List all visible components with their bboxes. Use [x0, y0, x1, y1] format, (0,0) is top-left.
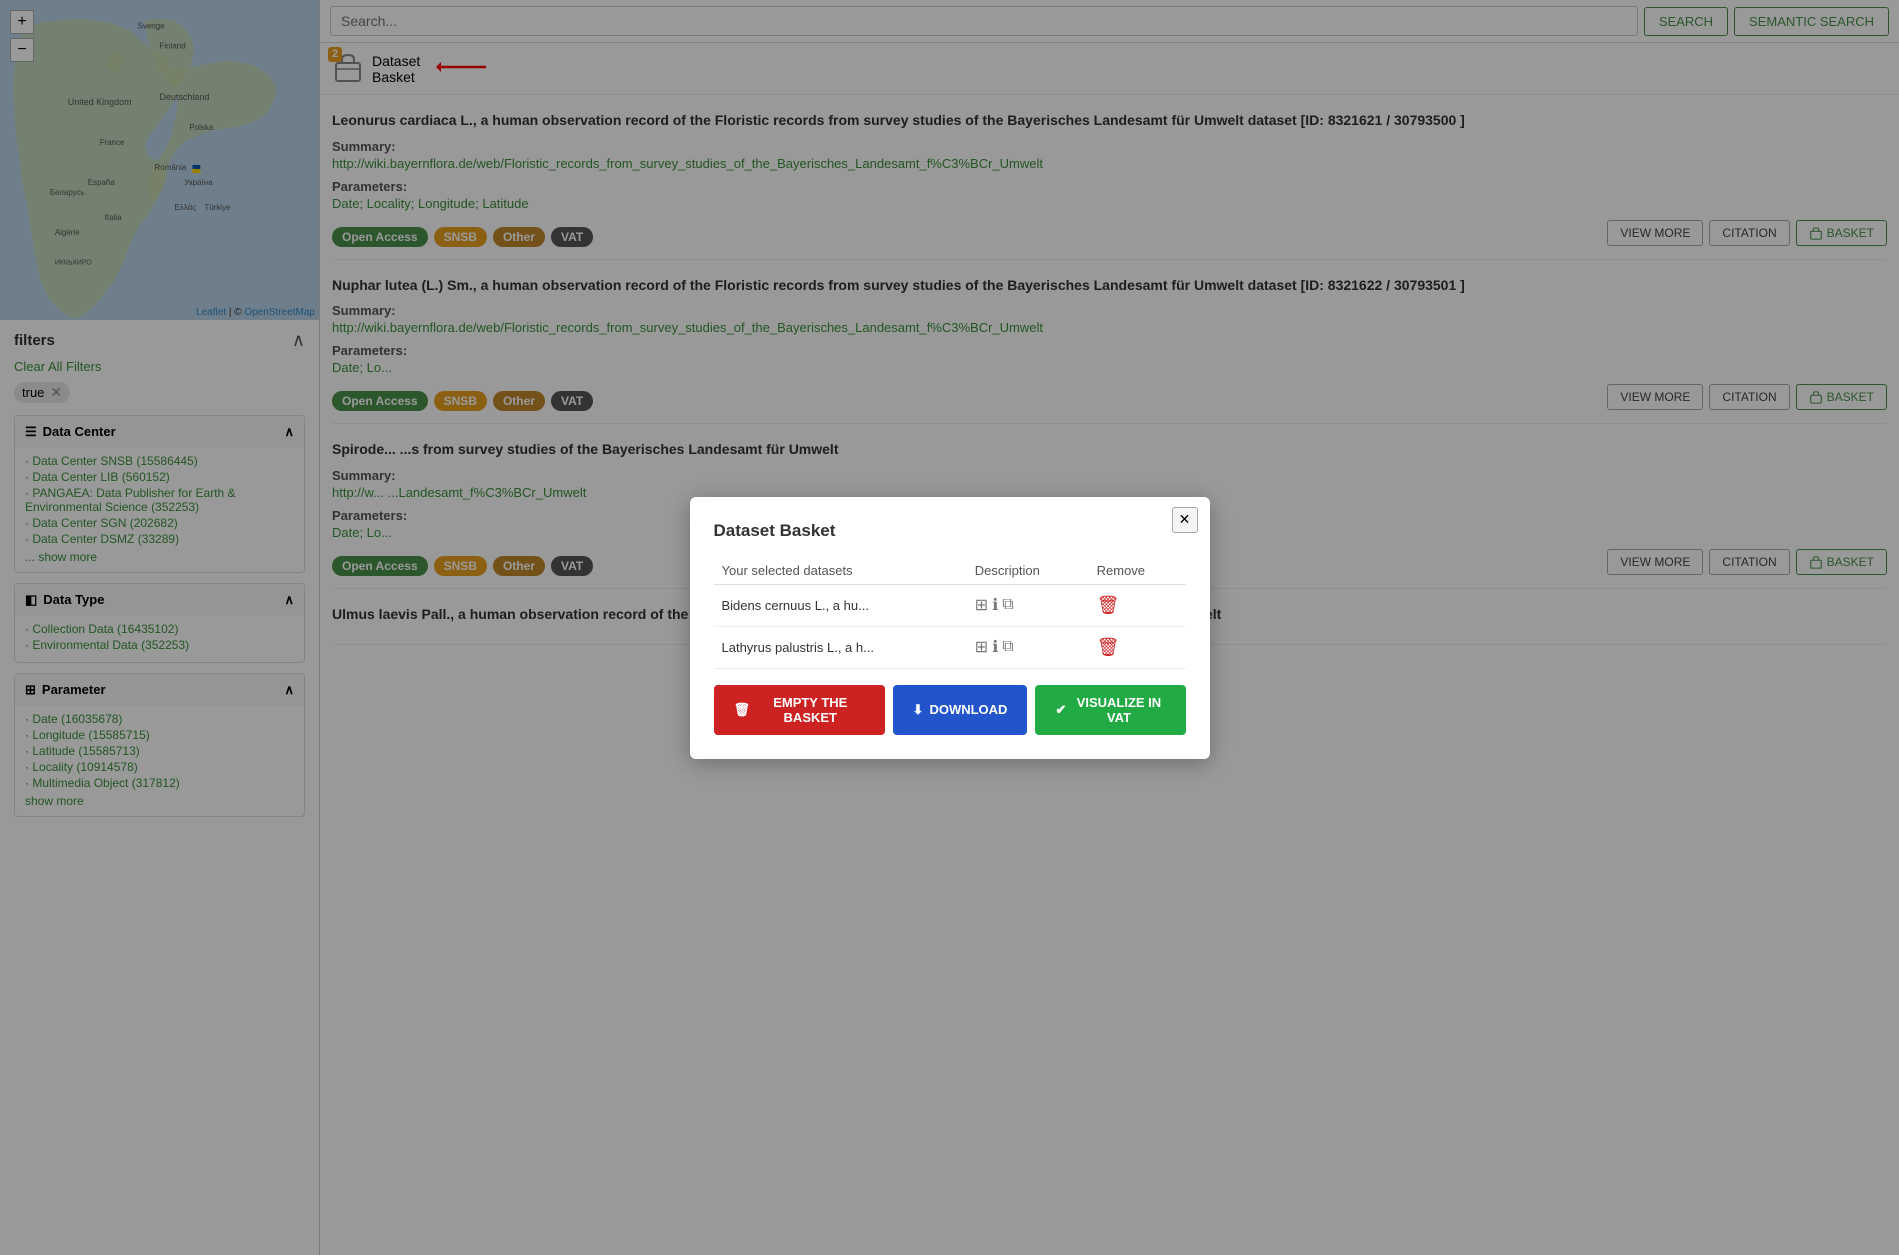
table-icon-1[interactable]: ⊞	[975, 637, 988, 657]
basket-item-desc-icons-1: ⊞ ℹ ⧉	[975, 637, 1081, 657]
basket-table: Your selected datasets Description Remov…	[714, 557, 1186, 669]
basket-item-name-0: Bidens cernuus L., a hu...	[714, 584, 967, 626]
visualize-icon: ✔	[1055, 702, 1066, 718]
modal-overlay[interactable]: ✕ Dataset Basket Your selected datasets …	[0, 0, 1899, 1255]
visualize-btn[interactable]: ✔ VISUALIZE IN VAT	[1035, 685, 1185, 735]
col-description-header: Description	[967, 557, 1089, 585]
empty-basket-label: EMPTY THE BASKET	[756, 695, 865, 725]
table-icon-0[interactable]: ⊞	[975, 595, 988, 615]
download-label: DOWNLOAD	[929, 702, 1007, 717]
empty-basket-btn[interactable]: 🗑 EMPTY THE BASKET	[714, 685, 885, 735]
info-icon-0[interactable]: ℹ	[992, 595, 998, 615]
download-icon: ⬇	[913, 702, 924, 718]
visualize-label: VISUALIZE IN VAT	[1072, 695, 1165, 725]
col-selected-header: Your selected datasets	[714, 557, 967, 585]
dataset-basket-modal: ✕ Dataset Basket Your selected datasets …	[690, 497, 1210, 759]
basket-item-name-1: Lathyrus palustris L., a h...	[714, 626, 967, 668]
remove-item-btn-0[interactable]: 🗑	[1097, 595, 1120, 616]
basket-item-row-1: Lathyrus palustris L., a h... ⊞ ℹ ⧉ 🗑	[714, 626, 1186, 668]
col-remove-header: Remove	[1089, 557, 1186, 585]
modal-footer: 🗑 EMPTY THE BASKET ⬇ DOWNLOAD ✔ VISUALIZ…	[714, 685, 1186, 735]
download-btn[interactable]: ⬇ DOWNLOAD	[893, 685, 1028, 735]
modal-close-btn[interactable]: ✕	[1172, 507, 1198, 533]
basket-item-desc-icons-0: ⊞ ℹ ⧉	[975, 595, 1081, 615]
modal-title: Dataset Basket	[714, 521, 1186, 541]
basket-item-row-0: Bidens cernuus L., a hu... ⊞ ℹ ⧉ 🗑	[714, 584, 1186, 626]
empty-basket-icon: 🗑	[734, 702, 751, 718]
info-icon-1[interactable]: ℹ	[992, 637, 998, 657]
copy-icon-1[interactable]: ⧉	[1002, 638, 1013, 656]
remove-item-btn-1[interactable]: 🗑	[1097, 637, 1120, 658]
copy-icon-0[interactable]: ⧉	[1002, 596, 1013, 614]
